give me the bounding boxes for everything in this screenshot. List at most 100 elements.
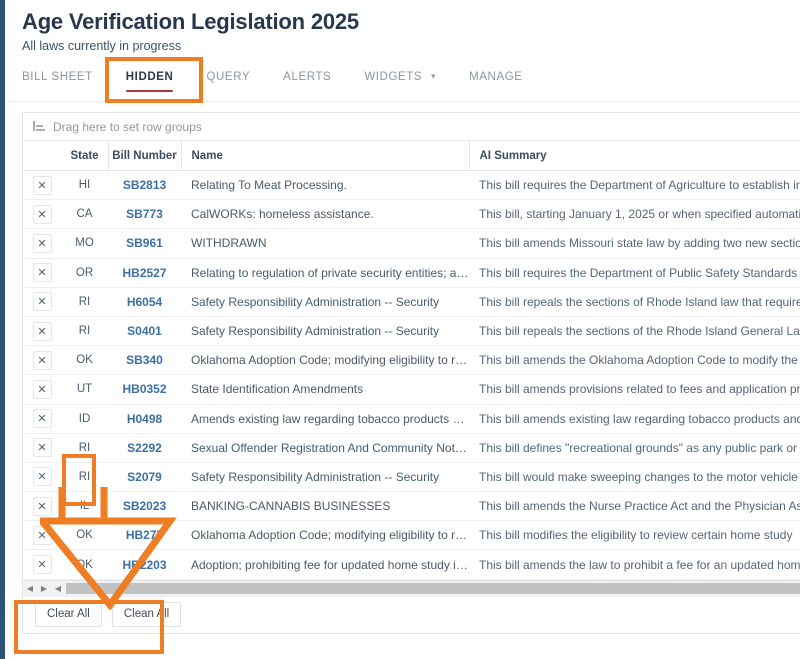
cell-ai-summary[interactable]: This bill amends provisions related to f…	[469, 374, 800, 405]
cell-name[interactable]: Relating To Meat Processing.	[181, 170, 469, 201]
column-header-actions[interactable]	[23, 141, 62, 171]
tab-query[interactable]: QUERY	[206, 67, 250, 94]
cell-state[interactable]: RI	[61, 316, 108, 347]
cell-state[interactable]: CA	[61, 199, 108, 230]
table-row[interactable]: ✕ CA SB773 CalWORKs: homeless assistance. Th…	[23, 199, 800, 230]
cell-name[interactable]: Safety Responsibility Administration -- …	[181, 462, 469, 493]
cell-state[interactable]: MO	[61, 228, 108, 259]
tab-hidden[interactable]: HIDDEN	[125, 67, 174, 94]
close-icon[interactable]: ✕	[32, 292, 52, 312]
cell-bill-number[interactable]: SB773	[108, 199, 181, 230]
table-row[interactable]: ✕ RI S2079 Safety Responsibility Administra…	[23, 462, 800, 493]
cell-ai-summary[interactable]: This bill repeals the sections of Rhode …	[469, 287, 800, 317]
close-icon[interactable]: ✕	[32, 204, 52, 224]
close-icon[interactable]: ✕	[32, 438, 52, 458]
cell-ai-summary[interactable]: This bill modifies the eligibility to re…	[469, 520, 800, 551]
cell-bill-number[interactable]: S0401	[108, 316, 181, 347]
cell-name[interactable]: Amends existing law regarding tobacco pr…	[181, 404, 469, 434]
cell-bill-number[interactable]: SB340	[108, 345, 181, 376]
tab-bill-sheet[interactable]: BILL SHEET	[22, 67, 93, 94]
close-icon[interactable]: ✕	[32, 175, 52, 195]
horizontal-scrollbar[interactable]: ◀ ▶ ◀	[23, 579, 800, 597]
cell-state[interactable]: UT	[61, 374, 108, 405]
cell-state[interactable]: OK	[61, 520, 108, 551]
close-icon[interactable]: ✕	[32, 350, 52, 370]
scroll-right-arrow-icon[interactable]: ▶	[37, 581, 51, 597]
table-row[interactable]: ✕ UT HB0352 State Identification Amendments…	[23, 374, 800, 405]
tab-alerts[interactable]: ALERTS	[283, 67, 331, 94]
close-icon[interactable]: ✕	[32, 525, 52, 545]
cell-ai-summary[interactable]: This bill amends the Nurse Practice Act …	[469, 491, 800, 522]
table-row[interactable]: ✕ HI SB2813 Relating To Meat Processing. Thi…	[23, 170, 800, 201]
close-icon[interactable]: ✕	[32, 321, 52, 341]
cell-name[interactable]: Sexual Offender Registration And Communi…	[181, 433, 469, 463]
cell-name[interactable]: Oklahoma Adoption Code; modifying eligib…	[181, 520, 469, 551]
cell-ai-summary[interactable]: This bill amends the law to prohibit a f…	[469, 549, 800, 580]
table-row[interactable]: ✕ ID H0498 Amends existing law regarding to…	[23, 404, 800, 434]
cell-ai-summary[interactable]: This bill repeals the sections of the Rh…	[469, 316, 800, 347]
close-icon[interactable]: ✕	[32, 555, 52, 575]
cell-bill-number[interactable]: S2079	[108, 462, 181, 493]
cell-state[interactable]: OR	[61, 258, 108, 288]
close-icon[interactable]: ✕	[32, 467, 52, 487]
row-group-dropzone[interactable]: Drag here to set row groups	[23, 113, 800, 141]
scroll-left-arrow-icon-secondary[interactable]: ◀	[51, 581, 65, 597]
cell-ai-summary[interactable]: This bill would make sweeping changes to…	[469, 462, 800, 493]
scrollbar-thumb[interactable]	[66, 583, 800, 595]
cell-bill-number[interactable]: HB0352	[108, 374, 181, 405]
cell-ai-summary[interactable]: This bill requires the Department of Agr…	[469, 170, 800, 201]
table-row[interactable]: ✕ RI H6054 Safety Responsibility Administra…	[23, 287, 800, 317]
table-row[interactable]: ✕ OR HB2527 Relating to regulation of priva…	[23, 258, 800, 288]
cell-name[interactable]: State Identification Amendments	[181, 374, 469, 405]
table-row[interactable]: ✕ OK HB277 Oklahoma Adoption Code; modifyin…	[23, 520, 800, 551]
close-icon[interactable]: ✕	[32, 496, 52, 516]
table-row[interactable]: ✕ MO SB961 WITHDRAWN This bill amends Missou…	[23, 228, 800, 259]
cell-state[interactable]: HI	[61, 170, 108, 201]
scroll-left-arrow-icon[interactable]: ◀	[23, 581, 37, 597]
cell-bill-number[interactable]: SB961	[108, 228, 181, 259]
cell-bill-number[interactable]: S2292	[108, 433, 181, 463]
clear-all-button[interactable]: Clear All	[35, 602, 102, 628]
column-header-name[interactable]: Name	[181, 141, 470, 171]
close-icon[interactable]: ✕	[32, 379, 52, 399]
cell-name[interactable]: Adoption; prohibiting fee for updated ho…	[181, 549, 469, 580]
cell-name[interactable]: Safety Responsibility Administration -- …	[181, 287, 469, 317]
cell-ai-summary[interactable]: This bill requires the Department of Pub…	[469, 258, 800, 288]
cell-bill-number[interactable]: H6054	[108, 287, 181, 317]
table-row[interactable]: ✕ OK SB340 Oklahoma Adoption Code; modifyin…	[23, 345, 800, 376]
table-row[interactable]: ✕ OK HB2203 Adoption; prohibiting fee for u…	[23, 549, 800, 580]
cell-state[interactable]: RI	[61, 462, 108, 493]
cell-ai-summary[interactable]: This bill amends the Oklahoma Adoption C…	[469, 345, 800, 376]
column-header-state[interactable]: State	[61, 141, 109, 171]
cell-state[interactable]: RI	[61, 287, 108, 317]
cell-bill-number[interactable]: H0498	[108, 404, 181, 434]
close-icon[interactable]: ✕	[32, 263, 52, 283]
cell-ai-summary[interactable]: This bill amends Missouri state law by a…	[469, 228, 800, 259]
cell-name[interactable]: Relating to regulation of private securi…	[181, 258, 469, 288]
cell-ai-summary[interactable]: This bill defines "recreational grounds"…	[469, 433, 800, 463]
column-header-ai-summary[interactable]: AI Summary	[469, 141, 800, 171]
cell-name[interactable]: Oklahoma Adoption Code; modifying eligib…	[181, 345, 469, 376]
cell-bill-number[interactable]: SB2023	[108, 491, 181, 522]
table-row[interactable]: ✕ IL SB2023 BANKING-CANNABIS BUSINESSES This…	[23, 491, 800, 522]
cell-name[interactable]: Safety Responsibility Administration -- …	[181, 316, 469, 347]
cell-state[interactable]: OK	[61, 549, 108, 580]
close-icon[interactable]: ✕	[32, 233, 52, 253]
table-row[interactable]: ✕ RI S2292 Sexual Offender Registration And…	[23, 433, 800, 463]
clean-all-button[interactable]: Clean All	[111, 602, 182, 628]
cell-bill-number[interactable]: HB2203	[108, 549, 181, 580]
cell-state[interactable]: OK	[61, 345, 108, 376]
cell-name[interactable]: WITHDRAWN	[181, 228, 469, 259]
cell-bill-number[interactable]: SB2813	[108, 170, 181, 201]
column-header-bill-number[interactable]: Bill Number	[108, 141, 182, 171]
tab-widgets[interactable]: WIDGETS ▾	[364, 67, 436, 94]
table-row[interactable]: ✕ RI S0401 Safety Responsibility Administra…	[23, 316, 800, 347]
close-icon[interactable]: ✕	[32, 409, 52, 429]
cell-state[interactable]: RI	[61, 433, 108, 463]
cell-ai-summary[interactable]: This bill, starting January 1, 2025 or w…	[469, 199, 800, 230]
cell-state[interactable]: ID	[61, 404, 108, 434]
cell-state[interactable]: IL	[61, 491, 108, 522]
cell-bill-number[interactable]: HB2527	[108, 258, 181, 288]
cell-bill-number[interactable]: HB277	[108, 520, 181, 551]
tab-manage[interactable]: MANAGE	[469, 67, 522, 94]
